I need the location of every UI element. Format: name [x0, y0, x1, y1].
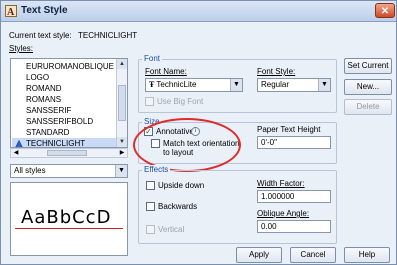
new-button[interactable]: New... — [344, 79, 392, 95]
list-item[interactable]: LOGO — [14, 72, 49, 83]
style-filter-value: All styles — [14, 166, 46, 175]
list-item-selected[interactable]: TECHNICLIGHT — [12, 138, 127, 148]
font-group-title: Font — [142, 54, 163, 63]
list-item[interactable]: ROMANS — [14, 94, 61, 105]
svg-text:A: A — [7, 7, 15, 17]
upside-down-label: Upside down — [158, 181, 205, 190]
scroll-thumb[interactable] — [47, 150, 87, 156]
close-icon: ✕ — [380, 6, 390, 17]
current-style-label: Current text style: — [9, 31, 72, 40]
list-item[interactable]: ROMAND — [14, 83, 62, 94]
close-button[interactable]: ✕ — [375, 3, 395, 18]
scroll-thumb[interactable] — [118, 85, 126, 121]
use-big-font-checkbox[interactable] — [145, 97, 154, 106]
text-style-app-icon: A — [5, 5, 17, 17]
style-filter-dropdown[interactable]: All styles ▼ — [10, 164, 128, 178]
list-item[interactable]: EURUROMANOBLIQUE — [14, 61, 114, 72]
cancel-button[interactable]: Cancel — [290, 247, 336, 263]
list-item[interactable]: STANDARD — [14, 127, 69, 138]
font-name-dropdown[interactable]: Ŧ TechnicLite ▼ — [145, 78, 243, 92]
styles-horizontal-scrollbar[interactable]: ◀ ▶ — [10, 148, 128, 158]
width-factor-field[interactable]: 1.000000 — [257, 190, 331, 203]
annotation-highlight-circle — [133, 118, 241, 172]
help-button[interactable]: Help — [344, 247, 390, 263]
truetype-font-icon: Ŧ — [149, 80, 155, 89]
chevron-down-icon: ▼ — [318, 79, 330, 91]
title-bar[interactable]: A Text Style ✕ — [1, 1, 396, 22]
preview-text: AaBbCcD — [21, 207, 112, 228]
chevron-down-icon: ▼ — [230, 79, 242, 91]
preview-baseline — [15, 228, 123, 229]
set-current-button[interactable]: Set Current — [344, 58, 392, 74]
scroll-left-icon[interactable]: ◀ — [11, 149, 21, 157]
text-style-dialog: A Text Style ✕ Current text style: TECHN… — [0, 0, 397, 265]
backwards-checkbox[interactable] — [146, 202, 155, 211]
backwards-label: Backwards — [158, 202, 198, 211]
list-item[interactable]: SANSSERIFBOLD — [14, 116, 93, 127]
vertical-label: Vertical — [158, 225, 185, 234]
style-preview: AaBbCcD — [10, 182, 128, 256]
oblique-angle-field[interactable]: 0.00 — [257, 220, 331, 233]
delete-button[interactable]: Delete — [344, 99, 392, 115]
use-big-font-label: Use Big Font — [157, 97, 204, 106]
font-name-label: Font Name: — [145, 67, 187, 76]
effects-group-title: Effects — [142, 165, 171, 174]
scroll-right-icon[interactable]: ▶ — [117, 149, 127, 157]
current-style-value: TECHNICLIGHT — [78, 31, 138, 40]
annotative-icon — [15, 140, 23, 147]
vertical-checkbox[interactable] — [146, 225, 155, 234]
font-style-dropdown[interactable]: Regular ▼ — [257, 78, 331, 92]
width-factor-label: Width Factor: — [257, 179, 305, 188]
upside-down-checkbox[interactable] — [146, 181, 155, 190]
list-item-label: TECHNICLIGHT — [26, 139, 86, 148]
styles-vertical-scrollbar[interactable]: ▲ ▼ — [116, 59, 127, 147]
apply-button[interactable]: Apply — [236, 247, 282, 263]
list-item[interactable]: SANSSERIF — [14, 105, 71, 116]
oblique-angle-label: Oblique Angle: — [257, 209, 310, 218]
font-style-label: Font Style: — [257, 67, 296, 76]
font-style-value: Regular — [261, 80, 290, 89]
font-name-value: TechnicLite — [156, 80, 197, 89]
styles-label: Styles: — [9, 44, 34, 53]
scroll-up-icon[interactable]: ▲ — [117, 59, 127, 69]
dialog-title: Text Style — [21, 5, 68, 16]
styles-list[interactable]: EURUROMANOBLIQUE LOGO ROMAND ROMANS SANS… — [10, 58, 128, 148]
paper-text-height-label: Paper Text Height — [257, 125, 321, 134]
paper-text-height-field[interactable]: 0'-0" — [257, 136, 331, 149]
chevron-down-icon: ▼ — [115, 165, 127, 177]
scroll-down-icon[interactable]: ▼ — [117, 137, 127, 147]
